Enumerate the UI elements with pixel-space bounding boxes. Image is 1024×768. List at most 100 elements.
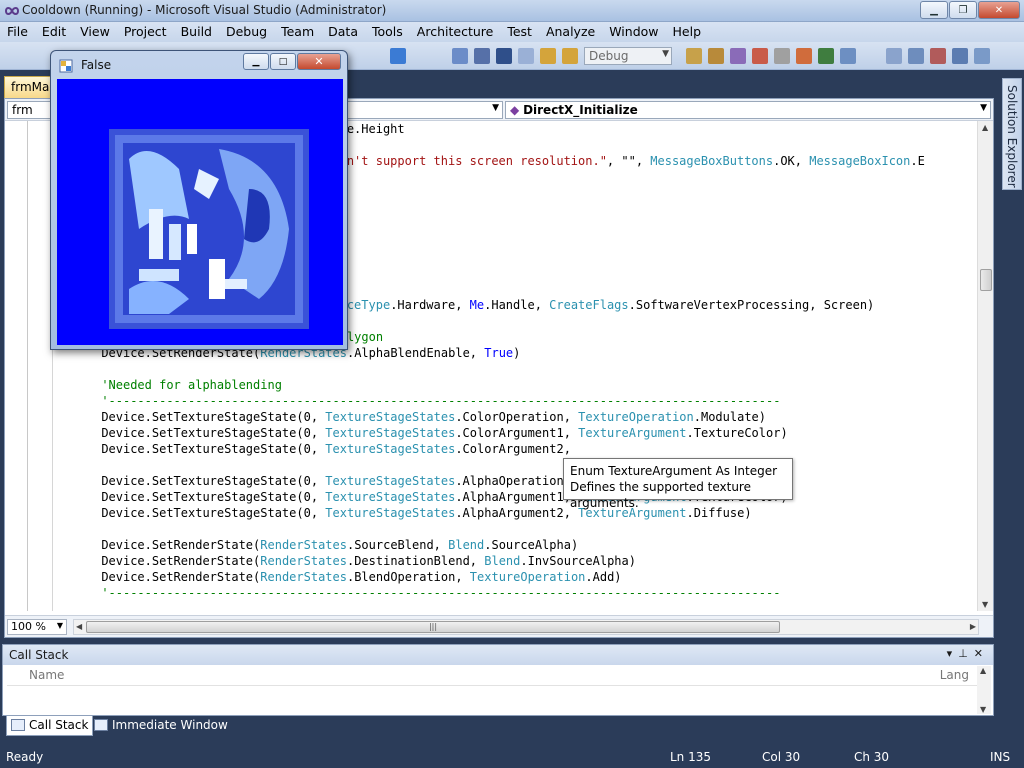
code-line[interactable]: Device.SetTextureStageState(0, TextureSt… (101, 409, 766, 425)
scroll-down-icon[interactable]: ▼ (980, 705, 986, 714)
app-close-button[interactable]: ✕ (297, 53, 341, 70)
column-language[interactable]: Lang (940, 668, 969, 682)
command-window-icon[interactable] (840, 48, 856, 64)
scroll-up-icon[interactable]: ▲ (982, 123, 988, 132)
method-icon: ◆ (510, 103, 520, 117)
column-name[interactable]: Name (29, 668, 64, 682)
close-icon: ✕ (994, 4, 1004, 16)
continue-icon[interactable] (452, 48, 468, 64)
method-name-combo[interactable]: ◆ DirectX_Initialize ▼ (505, 101, 991, 119)
solution-explorer-tab[interactable]: Solution Explorer (1002, 78, 1022, 190)
call-stack-header: Call Stack ▾⊥✕ (3, 645, 993, 665)
menu-analyze[interactable]: Analyze (539, 22, 602, 42)
app-maximize-button[interactable]: □ (270, 53, 296, 70)
tooltip-description: Defines the supported texture arguments. (570, 480, 751, 510)
menu-data[interactable]: Data (321, 22, 365, 42)
breakpoints-icon[interactable] (930, 48, 946, 64)
tab-immediate-label: Immediate Window (112, 718, 228, 732)
properties-icon[interactable] (730, 48, 746, 64)
running-app-window[interactable]: False ▁ □ ✕ (50, 50, 348, 350)
start-page-icon[interactable] (796, 48, 812, 64)
tab-immediate-window[interactable]: Immediate Window (90, 716, 232, 736)
menu-file[interactable]: File (0, 22, 35, 42)
horizontal-scroll-thumb[interactable]: ||| (86, 621, 780, 633)
menu-architecture[interactable]: Architecture (410, 22, 501, 42)
zoom-value: 100 % (11, 620, 46, 633)
vertical-scrollbar[interactable]: ▲ ▼ (977, 121, 993, 611)
tab-call-stack-label: Call Stack (29, 718, 89, 732)
step-into-icon[interactable] (540, 48, 556, 64)
call-stack-column-headers: Name Lang (7, 666, 991, 686)
toolbox-icon[interactable] (774, 48, 790, 64)
maximize-icon: □ (278, 56, 288, 67)
code-line[interactable]: Device.SetRenderState(RenderStates.Blend… (101, 569, 621, 585)
menu-team[interactable]: Team (274, 22, 321, 42)
directx-render-surface[interactable] (57, 79, 343, 345)
code-line[interactable]: Device.SetTextureStageState(0, TextureSt… (101, 473, 571, 489)
windows-icon[interactable] (974, 48, 990, 64)
hex-display-icon[interactable] (908, 48, 924, 64)
menu-help[interactable]: Help (666, 22, 709, 42)
find-in-files-icon[interactable] (686, 48, 702, 64)
configuration-value: Debug (589, 49, 629, 63)
code-line[interactable]: ct3D.DeviceType.Hardware, Me.Handle, Cre… (282, 297, 874, 313)
menu-edit[interactable]: Edit (35, 22, 73, 42)
blended-sprite-image (109, 129, 309, 329)
show-next-statement-icon[interactable] (886, 48, 902, 64)
status-text: Ready (6, 750, 44, 764)
app-minimize-button[interactable]: ▁ (243, 53, 269, 70)
code-line[interactable]: Device.SetTextureStageState(0, TextureSt… (101, 441, 571, 457)
extension-manager-icon[interactable] (818, 48, 834, 64)
output-icon[interactable] (952, 48, 968, 64)
character-number: Ch 30 (854, 750, 890, 764)
menu-tools[interactable]: Tools (365, 22, 410, 42)
menu-debug[interactable]: Debug (219, 22, 274, 42)
object-browser-icon[interactable] (752, 48, 768, 64)
chevron-down-icon: ▼ (492, 103, 499, 113)
pin-icon[interactable]: ⊥ (958, 647, 974, 660)
horizontal-scrollbar[interactable]: ◀ ||| ▶ (73, 619, 979, 635)
method-name-value: DirectX_Initialize (523, 103, 638, 117)
navigate-icon[interactable] (390, 48, 406, 64)
visual-studio-icon (4, 7, 20, 15)
code-line[interactable]: '---------------------------------------… (101, 585, 780, 601)
outline-indicator (27, 121, 28, 611)
close-icon[interactable]: ✕ (974, 647, 989, 660)
solution-configuration-combo[interactable]: Debug ▼ (584, 47, 672, 65)
code-line[interactable]: Device.SetRenderState(RenderStates.Sourc… (101, 537, 578, 553)
chevron-down-icon: ▼ (662, 49, 669, 59)
scroll-up-icon[interactable]: ▲ (980, 666, 986, 675)
stop-debugging-icon[interactable] (496, 48, 512, 64)
call-stack-scrollbar[interactable]: ▲ ▼ (977, 666, 991, 714)
code-line[interactable]: 'Needed for alphablending (101, 377, 282, 393)
status-bar: Ready Ln 135 Col 30 Ch 30 INS (0, 746, 1024, 768)
tab-call-stack[interactable]: Call Stack (6, 716, 94, 736)
window-title: Cooldown (Running) - Microsoft Visual St… (22, 3, 387, 17)
code-line[interactable]: '---------------------------------------… (101, 393, 780, 409)
tool-window-tabs: Call Stack Immediate Window (0, 716, 1024, 738)
step-over-icon[interactable] (562, 48, 578, 64)
minimize-button[interactable]: ▁ (920, 1, 948, 19)
menu-project[interactable]: Project (117, 22, 174, 42)
insert-mode: INS (990, 750, 1011, 764)
vertical-scroll-thumb[interactable] (980, 269, 992, 291)
code-line[interactable]: Device.SetRenderState(RenderStates.Desti… (101, 553, 636, 569)
restart-icon[interactable] (518, 48, 534, 64)
scroll-left-icon[interactable]: ◀ (76, 622, 82, 631)
zoom-combo[interactable]: 100 % ▼ (7, 619, 67, 635)
chevron-down-icon: ▼ (56, 621, 63, 630)
line-gutter (5, 121, 53, 611)
code-line[interactable]: card doesn't support this screen resolut… (282, 153, 925, 169)
break-all-icon[interactable] (474, 48, 490, 64)
solution-explorer-icon[interactable] (708, 48, 724, 64)
close-button[interactable]: ✕ (978, 1, 1020, 19)
window-position-icon[interactable]: ▾ (947, 647, 959, 660)
scroll-down-icon[interactable]: ▼ (982, 600, 988, 609)
scroll-right-icon[interactable]: ▶ (970, 622, 976, 631)
restore-button[interactable]: ❐ (949, 1, 977, 19)
menu-build[interactable]: Build (174, 22, 219, 42)
code-line[interactable]: Device.SetTextureStageState(0, TextureSt… (101, 425, 787, 441)
menu-window[interactable]: Window (602, 22, 665, 42)
menu-test[interactable]: Test (500, 22, 539, 42)
menu-view[interactable]: View (73, 22, 117, 42)
